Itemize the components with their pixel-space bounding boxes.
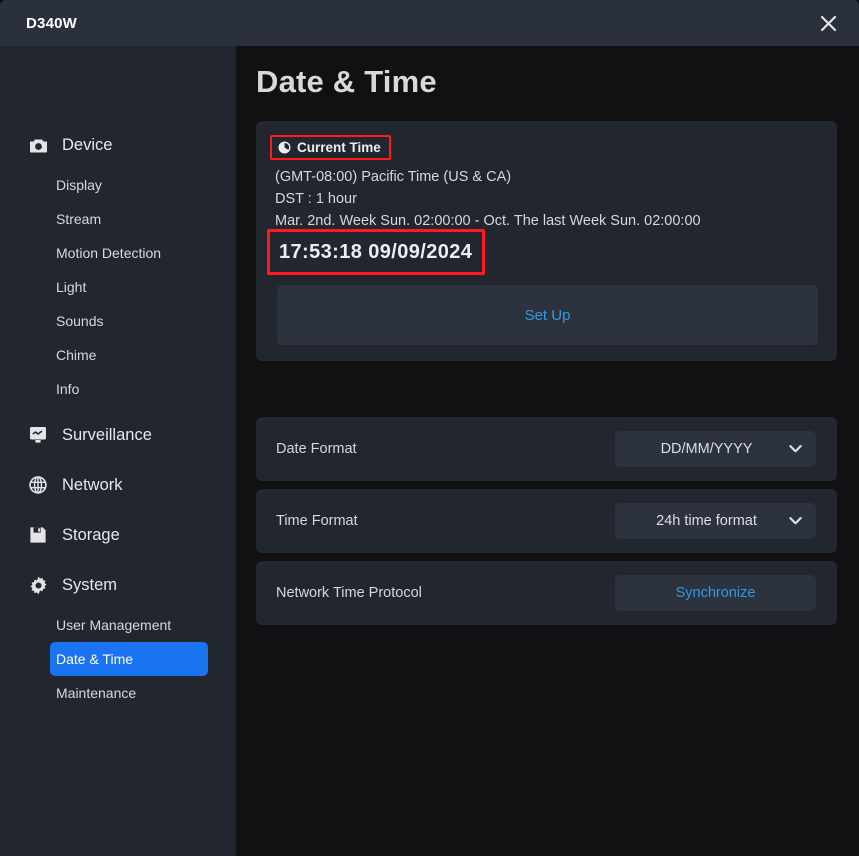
- dst-text: DST : 1 hour: [275, 191, 357, 207]
- settings-window: D340W Device Display Stream Motion Detec…: [0, 0, 859, 856]
- date-format-label: Date Format: [276, 441, 357, 457]
- time-format-row: Time Format 24h time format: [256, 489, 837, 553]
- current-time-badge: Current Time: [270, 135, 391, 160]
- close-button[interactable]: [811, 6, 845, 40]
- gear-icon: [28, 575, 48, 595]
- sidebar-item-user-management[interactable]: User Management: [50, 608, 208, 642]
- chevron-down-icon: [789, 445, 802, 454]
- floppy-disk-icon: [28, 525, 48, 545]
- time-format-value: 24h time format: [656, 513, 757, 529]
- globe-icon: [28, 475, 48, 495]
- sidebar-group-surveillance[interactable]: Surveillance: [0, 418, 236, 452]
- page-title: Date & Time: [256, 64, 437, 99]
- monitor-icon: [28, 425, 48, 445]
- network-time-protocol-row: Network Time Protocol Synchronize: [256, 561, 837, 625]
- clock-icon: [278, 141, 291, 154]
- dst-rule-text: Mar. 2nd. Week Sun. 02:00:00 - Oct. The …: [275, 213, 701, 229]
- sidebar-item-info[interactable]: Info: [50, 372, 208, 406]
- date-format-row: Date Format DD/MM/YYYY: [256, 417, 837, 481]
- timezone-text: (GMT-08:00) Pacific Time (US & CA): [275, 169, 512, 185]
- set-up-button-label: Set Up: [524, 306, 571, 324]
- close-icon: [820, 15, 836, 31]
- sidebar-group-device[interactable]: Device: [0, 128, 236, 162]
- time-format-select[interactable]: 24h time format: [615, 503, 816, 539]
- network-time-protocol-label: Network Time Protocol: [276, 585, 422, 601]
- synchronize-button[interactable]: Synchronize: [615, 575, 816, 611]
- sidebar-item-date-time[interactable]: Date & Time: [50, 642, 208, 676]
- sidebar-group-storage[interactable]: Storage: [0, 518, 236, 552]
- sidebar-group-label: Storage: [62, 525, 120, 544]
- date-format-select[interactable]: DD/MM/YYYY: [615, 431, 816, 467]
- time-format-label: Time Format: [276, 513, 358, 529]
- date-format-value: DD/MM/YYYY: [660, 441, 753, 457]
- chevron-down-icon: [789, 517, 802, 526]
- current-time-card: Current Time (GMT-08:00) Pacific Time (U…: [256, 121, 837, 361]
- sidebar-item-chime[interactable]: Chime: [50, 338, 208, 372]
- main-content: Date & Time Current Time (GMT-08:00) Pac…: [236, 46, 859, 856]
- sidebar-group-label: Surveillance: [62, 425, 152, 444]
- sidebar-item-stream[interactable]: Stream: [50, 202, 208, 236]
- sidebar-item-maintenance[interactable]: Maintenance: [50, 676, 208, 710]
- sidebar-item-display[interactable]: Display: [50, 168, 208, 202]
- sidebar-item-motion-detection[interactable]: Motion Detection: [50, 236, 208, 270]
- sidebar-group-network[interactable]: Network: [0, 468, 236, 502]
- sidebar-group-label: System: [62, 575, 118, 594]
- sidebar-item-light[interactable]: Light: [50, 270, 208, 304]
- app-title: D340W: [26, 14, 78, 32]
- current-time-badge-label: Current Time: [297, 140, 381, 155]
- current-clock-value: 17:53:18 09/09/2024: [279, 240, 473, 263]
- sidebar-item-sounds[interactable]: Sounds: [50, 304, 208, 338]
- synchronize-button-label: Synchronize: [675, 585, 756, 601]
- camera-icon: [28, 135, 48, 155]
- sidebar-group-label: Device: [62, 135, 113, 154]
- current-clock-value-box: 17:53:18 09/09/2024: [267, 229, 485, 275]
- set-up-button[interactable]: Set Up: [277, 285, 818, 345]
- window-titlebar: D340W: [0, 0, 859, 46]
- sidebar-group-label: Network: [62, 475, 123, 494]
- sidebar: Device Display Stream Motion Detection L…: [0, 46, 236, 856]
- sidebar-group-system[interactable]: System: [0, 568, 236, 602]
